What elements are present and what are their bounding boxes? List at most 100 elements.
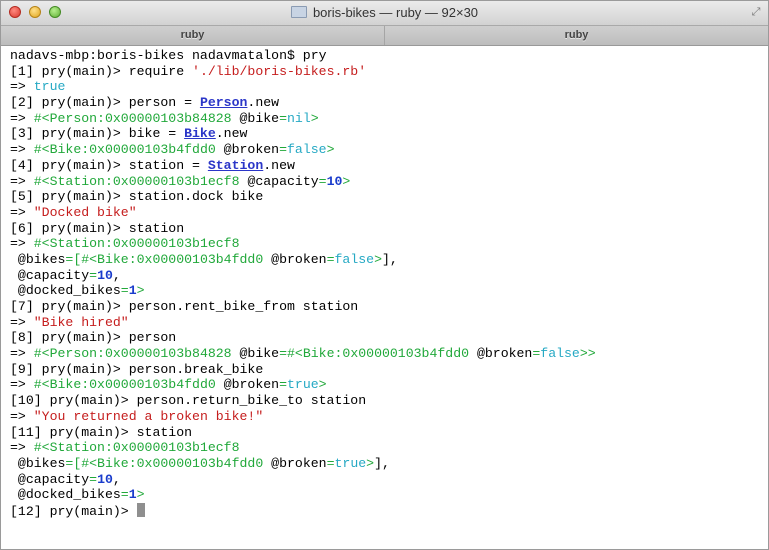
terminal-line: => true xyxy=(10,79,768,95)
terminal-text: => xyxy=(10,173,34,189)
terminal-text: => xyxy=(10,79,34,95)
terminal-line: => "Docked bike" xyxy=(10,205,768,221)
fullscreen-icon[interactable]: ⤢ xyxy=(750,6,762,18)
terminal-text: @broken xyxy=(223,142,280,158)
terminal-text: #<Bike:0x00000103b4fdd0 xyxy=(33,377,224,393)
terminal-text: [8] pry(main)> person xyxy=(10,330,177,346)
terminal-line: => #<Station:0x00000103b1ecf8 @capacity=… xyxy=(10,174,768,190)
terminal-text: #<Station:0x00000103b1ecf8 xyxy=(33,440,240,456)
terminal-text: = xyxy=(279,110,288,126)
terminal-text: => xyxy=(10,377,34,393)
cursor xyxy=(136,502,145,517)
terminal-text: => xyxy=(10,440,34,456)
terminal-text: #<Person:0x00000103b84828 xyxy=(33,346,240,362)
tab-ruby-1[interactable]: ruby xyxy=(1,26,385,45)
terminal-text: > xyxy=(310,110,319,126)
terminal-text: "You returned a broken bike!" xyxy=(33,408,264,424)
terminal-text: 1 xyxy=(128,283,137,299)
terminal-text: [6] pry(main)> station xyxy=(10,220,185,236)
terminal-text: = xyxy=(89,267,98,283)
terminal-text: => xyxy=(10,142,34,158)
terminal-line: [12] pry(main)> xyxy=(10,502,768,519)
terminal-text: "Docked bike" xyxy=(33,204,137,220)
terminal-window: boris-bikes — ruby — 92×30 ⤢ ruby ruby n… xyxy=(0,0,769,550)
terminal-text: = xyxy=(279,377,288,393)
terminal-line: [8] pry(main)> person xyxy=(10,330,768,346)
terminal-text: , xyxy=(112,267,121,283)
terminal-text: [11] pry(main)> station xyxy=(10,424,193,440)
terminal-text: > xyxy=(366,455,375,471)
terminal-text: #<Station:0x00000103b1ecf8 xyxy=(33,173,248,189)
terminal-text: [4] pry(main)> station = xyxy=(10,157,208,173)
terminal-text: =[ xyxy=(65,455,82,471)
window-title-text: boris-bikes — ruby — 92×30 xyxy=(312,5,479,20)
terminal-text: 10 xyxy=(326,173,343,189)
terminal-text: @bikes xyxy=(10,251,66,267)
terminal-line: => #<Station:0x00000103b1ecf8 xyxy=(10,236,768,252)
terminal-text: = xyxy=(120,487,129,503)
terminal-text: @broken xyxy=(476,346,533,362)
terminal-line: => "Bike hired" xyxy=(10,315,768,331)
terminal-text: => xyxy=(10,314,34,330)
terminal-text: true xyxy=(287,377,319,393)
terminal-text: #<Person:0x00000103b84828 xyxy=(33,110,240,126)
terminal-text: @broken xyxy=(271,455,327,471)
terminal-text: ], xyxy=(382,251,398,267)
terminal-text: Person xyxy=(199,95,248,111)
terminal-text: Bike xyxy=(184,126,216,142)
terminal-text: 1 xyxy=(128,487,137,503)
terminal-text: > xyxy=(374,251,382,267)
terminal-line: nadavs-mbp:boris-bikes nadavmatalon$ pry xyxy=(10,48,768,64)
terminal-line: [9] pry(main)> person.break_bike xyxy=(10,362,768,378)
terminal-line: => #<Bike:0x00000103b4fdd0 @broken=true> xyxy=(10,377,768,393)
terminal-text: @capacity xyxy=(247,173,319,189)
terminal-text: => xyxy=(10,346,34,362)
terminal-line: [10] pry(main)> person.return_bike_to st… xyxy=(10,393,768,409)
terminal-text: .new xyxy=(247,95,280,111)
terminal-line: => "You returned a broken bike!" xyxy=(10,409,768,425)
terminal-text: 10 xyxy=(97,267,113,283)
terminal-text: #<Bike:0x00000103b4fdd0 xyxy=(33,142,224,158)
terminal-text: #<Bike:0x00000103b4fdd0 xyxy=(287,346,477,362)
terminal-line: => #<Person:0x00000103b84828 @bike=nil> xyxy=(10,111,768,127)
terminal-line: @docked_bikes=1> xyxy=(10,487,768,503)
terminal-text: [1] pry(main)> require xyxy=(10,63,193,79)
terminal-text: #<Station:0x00000103b1ecf8 xyxy=(33,236,240,252)
terminal-line: @capacity=10, xyxy=(10,472,768,488)
terminal-text: > xyxy=(342,173,351,189)
terminal-text: = xyxy=(326,251,335,267)
terminal-text: .new xyxy=(215,126,248,142)
tab-ruby-2[interactable]: ruby xyxy=(385,26,768,45)
terminal-text: @bike xyxy=(239,110,280,126)
terminal-text: ], xyxy=(374,455,390,471)
terminal-line: => #<Bike:0x00000103b4fdd0 @broken=false… xyxy=(10,142,768,158)
terminal-text: true xyxy=(334,455,367,471)
terminal-text: nil xyxy=(287,110,311,126)
terminal-text: > xyxy=(136,487,145,503)
terminal-text: [3] pry(main)> bike = xyxy=(10,126,185,142)
terminal-text: false xyxy=(287,142,327,158)
terminal-text: './lib/boris-bikes.rb' xyxy=(192,63,367,79)
terminal-text: #<Bike:0x00000103b4fdd0 xyxy=(81,455,272,471)
terminal-text: = xyxy=(326,455,335,471)
terminal-text: true xyxy=(33,79,66,95)
terminal-line: @bikes=[#<Bike:0x00000103b4fdd0 @broken=… xyxy=(10,456,768,472)
terminal-line: => #<Station:0x00000103b1ecf8 xyxy=(10,440,768,456)
terminal-text: => xyxy=(10,110,34,126)
terminal-line: [2] pry(main)> person = Person.new xyxy=(10,95,768,111)
terminal-text: @broken xyxy=(223,377,280,393)
terminal-line: [7] pry(main)> person.rent_bike_from sta… xyxy=(10,299,768,315)
terminal-text: #<Bike:0x00000103b4fdd0 xyxy=(81,251,272,267)
terminal-text: , xyxy=(112,471,121,487)
terminal-text: false xyxy=(540,346,580,362)
terminal-text: @capacity xyxy=(10,267,90,283)
terminal-text: @bikes xyxy=(10,455,66,471)
terminal-text: > xyxy=(326,142,335,158)
terminal-line: [5] pry(main)> station.dock bike xyxy=(10,189,768,205)
terminal-text: @bike xyxy=(239,346,280,362)
terminal-text: => xyxy=(10,236,34,252)
terminal-text: > xyxy=(136,283,145,299)
terminal-output[interactable]: nadavs-mbp:boris-bikes nadavmatalon$ pry… xyxy=(10,48,768,519)
title-bar[interactable]: boris-bikes — ruby — 92×30 ⤢ xyxy=(1,1,768,26)
terminal-text: "Bike hired" xyxy=(33,314,129,330)
